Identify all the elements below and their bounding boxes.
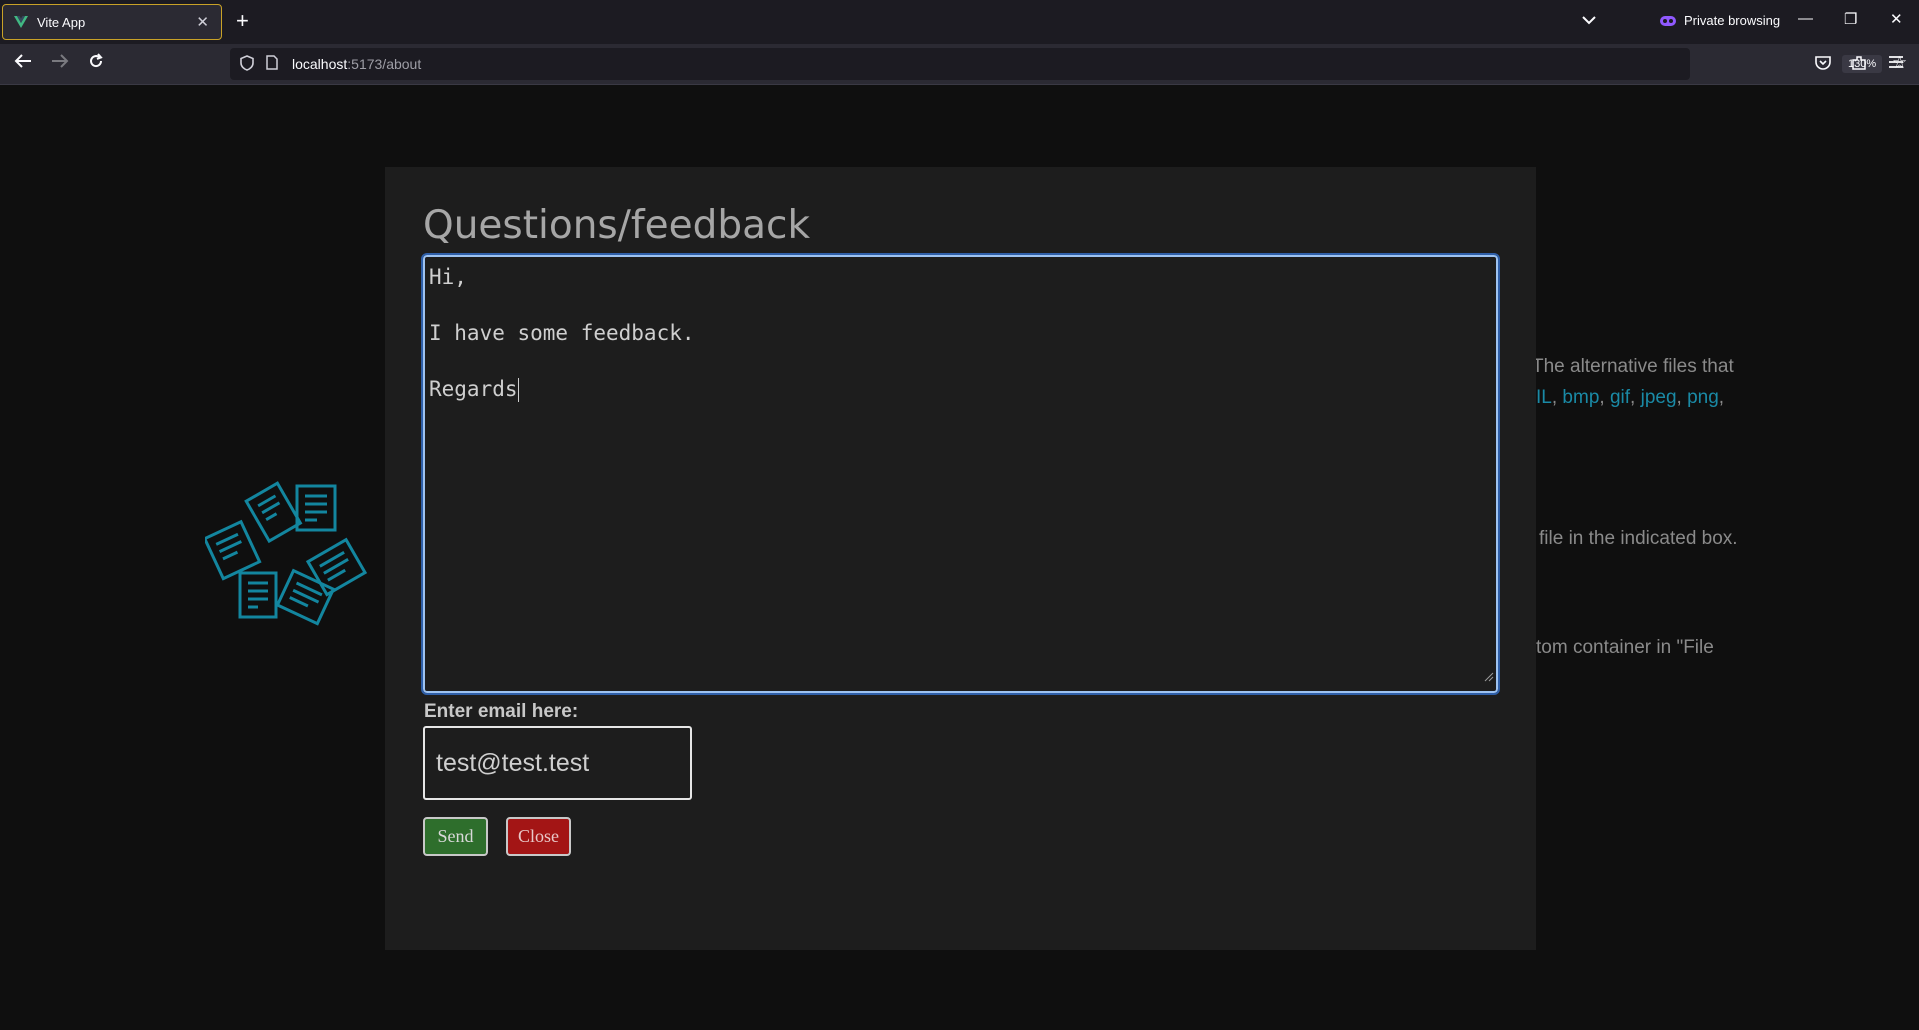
- reload-icon[interactable]: [88, 53, 104, 72]
- new-tab-button[interactable]: +: [236, 10, 249, 32]
- browser-tab[interactable]: Vite App ✕: [2, 4, 222, 40]
- back-arrow-icon[interactable]: [14, 53, 32, 72]
- tab-title: Vite App: [37, 14, 86, 30]
- bg-link-bmp[interactable]: bmp: [1562, 387, 1599, 408]
- feedback-line: I have some feedback.: [429, 321, 695, 345]
- private-browsing-indicator: Private browsing: [1660, 13, 1780, 28]
- feedback-line: [429, 291, 1492, 319]
- bg-text-links: IL, bmp, gif, jpeg, png,: [1536, 387, 1725, 408]
- private-browsing-label: Private browsing: [1684, 13, 1781, 28]
- tab-bar: Vite App ✕ + Private browsing — ❐ ✕: [0, 0, 1919, 44]
- feedback-line: Hi,: [429, 265, 467, 289]
- minimize-button[interactable]: —: [1798, 10, 1813, 27]
- window-close-button[interactable]: ✕: [1890, 10, 1903, 28]
- documents-logo-icon: [205, 481, 368, 626]
- menu-icon[interactable]: [1888, 55, 1904, 73]
- nav-bar: localhost:5173/about 130% ☆: [0, 44, 1919, 85]
- pocket-icon[interactable]: [1815, 55, 1831, 74]
- feedback-line-last: Regards: [429, 375, 1492, 403]
- tab-close-icon[interactable]: ✕: [196, 13, 209, 31]
- feedback-last-text: Regards: [429, 377, 518, 401]
- url-text[interactable]: localhost:5173/about: [292, 56, 421, 72]
- url-path: :5173/about: [347, 56, 422, 72]
- bg-link-jpeg[interactable]: jpeg: [1641, 387, 1677, 408]
- page-icon[interactable]: [266, 55, 278, 73]
- bg-text-line-3: file in the indicated box.: [1539, 528, 1738, 549]
- feedback-textarea[interactable]: Hi, I have some feedback. Regards: [421, 253, 1500, 695]
- shield-icon[interactable]: [240, 54, 254, 74]
- vite-favicon-icon: [13, 14, 29, 30]
- email-label: Enter email here:: [424, 701, 579, 722]
- feedback-modal: Questions/feedback Hi, I have some feedb…: [385, 167, 1536, 950]
- tab-list-chevron-icon[interactable]: [1582, 12, 1596, 30]
- extensions-icon[interactable]: [1851, 55, 1867, 75]
- resize-handle-icon[interactable]: [1484, 661, 1494, 689]
- bg-text-line-4: tom container in "File: [1536, 637, 1714, 658]
- modal-title: Questions/feedback: [423, 203, 811, 248]
- forward-arrow-icon[interactable]: [51, 53, 69, 72]
- email-input[interactable]: test@test.test: [423, 726, 692, 800]
- feedback-line: [429, 347, 1492, 375]
- text-cursor: [517, 378, 519, 402]
- bg-link-gif[interactable]: gif: [1610, 387, 1630, 408]
- bg-link-il[interactable]: IL: [1536, 387, 1552, 408]
- close-button[interactable]: Close: [506, 817, 571, 856]
- url-host: localhost: [292, 56, 348, 72]
- restore-button[interactable]: ❐: [1844, 10, 1857, 28]
- send-button[interactable]: Send: [423, 817, 488, 856]
- bg-text-line-1: The alternative files that: [1532, 356, 1734, 377]
- bg-link-png[interactable]: png: [1687, 387, 1719, 408]
- url-bar[interactable]: localhost:5173/about 130% ☆: [230, 48, 1907, 80]
- private-mask-icon: [1660, 15, 1676, 26]
